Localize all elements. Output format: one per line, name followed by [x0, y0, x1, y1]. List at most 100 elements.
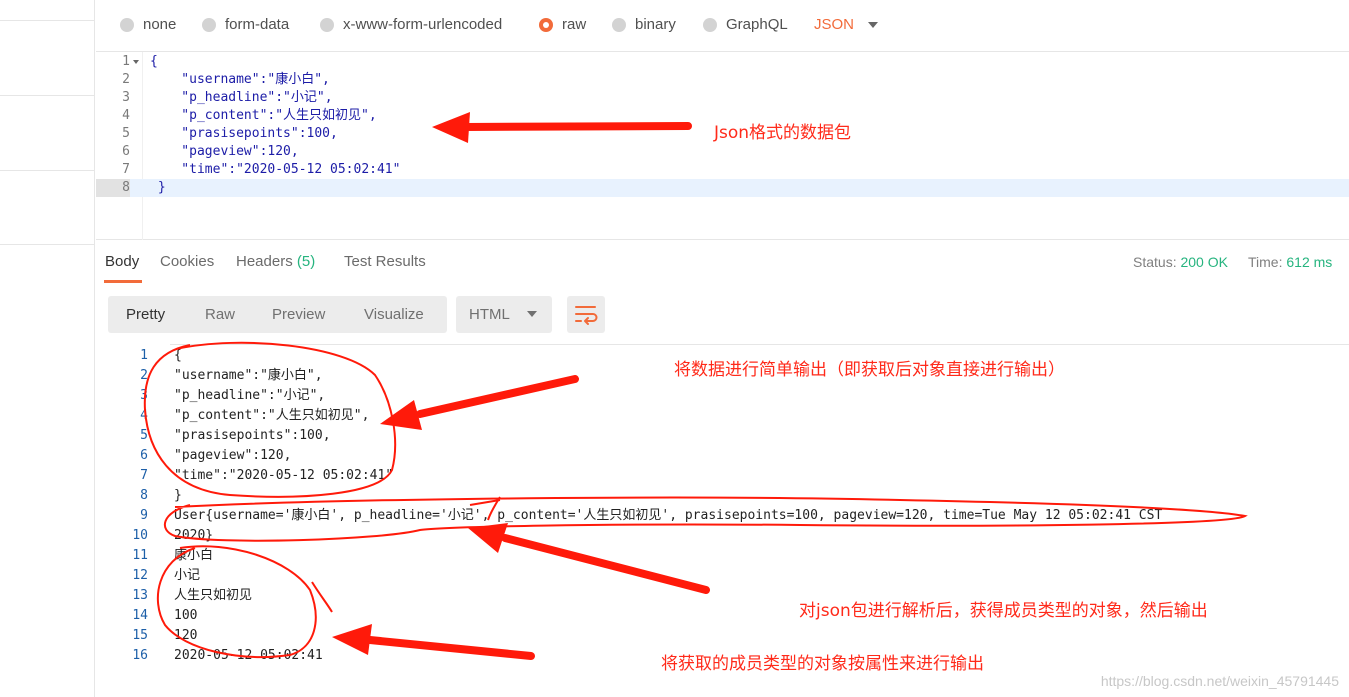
tab-headers[interactable]: Headers (5)	[236, 253, 315, 270]
request-body-editor[interactable]: 1{2 "username":"康小白", 3 "p_headline":"小记"…	[96, 52, 1349, 240]
line-number: 7	[140, 468, 148, 483]
output-text: "prasisepoints":100,	[174, 428, 331, 443]
code-text: }	[150, 180, 166, 195]
output-text: 100	[174, 608, 198, 623]
radio-x-www-form-urlencoded[interactable]: x-www-form-urlencoded	[320, 16, 502, 33]
line-number: 13	[132, 588, 148, 603]
radio-label: raw	[562, 16, 587, 33]
watermark: https://blog.csdn.net/weixin_45791445	[1100, 673, 1339, 689]
output-text: "pageview":120,	[174, 448, 292, 463]
line-number: 7	[122, 162, 130, 177]
annotation-attribute-output: 将获取的成员类型的对象按属性来进行输出	[661, 654, 984, 674]
request-code-line: 2 "username":"康小白",	[96, 71, 1349, 89]
format-label: HTML	[469, 306, 510, 323]
line-number: 1	[122, 54, 130, 69]
radio-form-data[interactable]: form-data	[202, 16, 289, 33]
request-code-line: 8 }	[96, 179, 1349, 197]
line-number: 16	[132, 648, 148, 663]
output-text: 2020}	[174, 528, 214, 543]
sidebar-divider	[0, 170, 95, 171]
output-text: 2020-05-12 05:02:41	[174, 648, 323, 663]
radio-none[interactable]: none	[120, 16, 176, 33]
time-value: 612 ms	[1286, 254, 1333, 270]
request-code-line: 7 "time":"2020-05-12 05:02:41"	[96, 161, 1349, 179]
radio-icon	[703, 17, 717, 32]
response-output-line: 3 "p_headline":"小记",	[96, 386, 1349, 406]
line-number: 6	[122, 144, 130, 159]
response-output-line: 9 User{username='康小白', p_headline='小记', p…	[96, 506, 1349, 526]
radio-label: form-data	[225, 16, 290, 33]
line-number: 11	[132, 548, 148, 563]
time-label: Time:	[1248, 254, 1283, 270]
radio-label: binary	[635, 16, 676, 33]
response-output-line: 15 120	[96, 626, 1349, 646]
line-number: 1	[140, 348, 148, 363]
headers-count-badge: (5)	[296, 253, 316, 270]
line-number: 3	[122, 90, 130, 105]
line-number: 10	[132, 528, 148, 543]
response-body-output: 1 {2 "username":"康小白", 3 "p_headline":"小记", 4…	[96, 344, 1349, 674]
sidebar-divider	[0, 20, 95, 21]
view-visualize-button[interactable]: Visualize	[364, 306, 424, 323]
annotation-json-packet: Json格式的数据包	[714, 123, 852, 143]
line-number: 8	[96, 179, 130, 197]
view-pretty-button[interactable]: Pretty	[126, 306, 165, 323]
response-tab-bar: Body Cookies Headers (5) Test Results St…	[96, 240, 1349, 284]
radio-icon	[202, 17, 216, 32]
output-text: 120	[174, 628, 198, 643]
radio-graphql[interactable]: GraphQL	[703, 16, 788, 33]
tab-headers-label: Headers	[236, 253, 293, 270]
radio-label: x-www-form-urlencoded	[343, 16, 503, 33]
line-number: 8	[140, 488, 148, 503]
chevron-down-icon	[527, 311, 537, 317]
sidebar	[0, 0, 95, 697]
output-text: "username":"康小白",	[174, 368, 323, 383]
response-output-line: 4 "p_content":"人生只如初见",	[96, 406, 1349, 426]
view-preview-button[interactable]: Preview	[272, 306, 325, 323]
line-number: 5	[122, 126, 130, 141]
response-view-group: Pretty Raw Preview Visualize	[108, 296, 447, 333]
radio-label: GraphQL	[726, 16, 788, 33]
fold-toggle-icon[interactable]	[133, 60, 139, 64]
status-label: Status:	[1133, 254, 1177, 270]
line-number: 2	[122, 72, 130, 87]
request-code-line: 3 "p_headline":"小记",	[96, 89, 1349, 107]
radio-raw[interactable]: raw	[539, 16, 586, 33]
response-output-line: 7 "time":"2020-05-12 05:02:41"	[96, 466, 1349, 486]
line-number: 14	[132, 608, 148, 623]
annotation-parse-output: 对json包进行解析后，获得成员类型的对象，然后输出	[799, 601, 1208, 621]
response-output-line: 8}	[96, 486, 1349, 506]
line-number: 3	[140, 388, 148, 403]
output-text: "time":"2020-05-12 05:02:41"	[174, 468, 394, 483]
chevron-down-icon[interactable]	[868, 22, 878, 28]
tab-body[interactable]: Body	[105, 253, 139, 270]
request-code-line: 1{	[96, 53, 1349, 71]
response-output-line: 10 2020}	[96, 526, 1349, 546]
output-text: "p_content":"人生只如初见",	[174, 408, 370, 423]
output-text: 人生只如初见	[174, 588, 253, 603]
response-format-select[interactable]: HTML	[456, 296, 552, 333]
radio-icon	[612, 17, 626, 32]
line-number: 5	[140, 428, 148, 443]
view-raw-button[interactable]: Raw	[205, 306, 235, 323]
raw-format-select[interactable]: JSON	[814, 16, 854, 33]
code-text: "prasisepoints":100,	[150, 126, 338, 141]
annotation-simple-output: 将数据进行简单输出（即获取后对象直接进行输出）	[674, 360, 1065, 380]
radio-binary[interactable]: binary	[612, 16, 676, 33]
radio-selected-icon	[539, 17, 553, 32]
request-code-line: 6 "pageview":120,	[96, 143, 1349, 161]
tab-cookies[interactable]: Cookies	[160, 253, 214, 270]
wrap-lines-icon	[575, 306, 598, 325]
line-number: 15	[132, 628, 148, 643]
line-number: 12	[132, 568, 148, 583]
response-output-line: 6 "pageview":120,	[96, 446, 1349, 466]
output-text: }	[174, 488, 182, 503]
tab-test-results[interactable]: Test Results	[344, 253, 426, 270]
wrap-lines-button[interactable]	[567, 296, 605, 333]
radio-label: none	[143, 16, 177, 33]
active-tab-indicator	[104, 280, 142, 283]
output-text: 小记	[174, 568, 201, 583]
line-number: 4	[122, 108, 130, 123]
sidebar-divider	[0, 244, 95, 245]
code-text: "p_content":"人生只如初见",	[150, 108, 377, 123]
